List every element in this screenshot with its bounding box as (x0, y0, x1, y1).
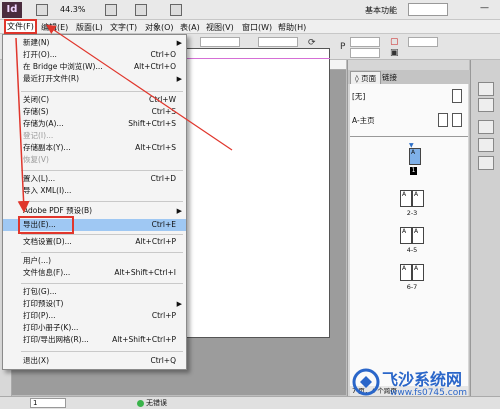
menu-item-new[interactable]: 新建(N) ▶ (3, 37, 186, 49)
menu-item-import-xml[interactable]: 导入 XML(I)... (3, 185, 186, 197)
menu-item-print[interactable]: 打印(P)... Ctrl+P (3, 310, 186, 322)
menu-item-browse-bridge[interactable]: 在 Bridge 中浏览(W)... Alt+Ctrl+O (3, 61, 186, 73)
arrange-documents-icon[interactable] (170, 4, 182, 16)
spread-label: 2-3 (406, 209, 418, 217)
menu-item-recent[interactable]: 最近打开文件(R) ▶ (3, 73, 186, 85)
page-thumbnail[interactable]: A (400, 264, 412, 281)
menu-item-user[interactable]: 用户(...) (3, 255, 186, 267)
master-thumbnail (438, 113, 448, 127)
menu-item-package[interactable]: 打包(G)... (3, 286, 186, 298)
stroke-weight-field[interactable] (408, 37, 438, 47)
master-a[interactable]: A-主页 (352, 112, 466, 130)
panel-dock (470, 60, 500, 396)
rotation-field[interactable] (350, 37, 380, 47)
page-number-badge: 1 (410, 167, 417, 175)
tab-pages[interactable]: ◊ 页面 (350, 71, 382, 84)
submenu-arrow-icon: ▶ (176, 75, 182, 83)
menu-item-save-copy[interactable]: 存储副本(Y)... Alt+Ctrl+S (3, 142, 186, 154)
zoom-level[interactable]: 44.3% (60, 5, 85, 14)
menu-item-place[interactable]: 置入(L)... Ctrl+D (3, 173, 186, 185)
stroke-swatch-icon[interactable]: ▣ (390, 48, 399, 58)
menu-item-save[interactable]: 存储(S) Ctrl+S (3, 106, 186, 118)
menu-window[interactable]: 窗口(W) (242, 22, 272, 33)
pages-panel-body: [无] A-主页 A 1 ▼ A A 2-3 A A 4-5 A A 6-7 (350, 84, 468, 386)
menu-item-print-presets[interactable]: 打印预设(T) ▶ (3, 298, 186, 310)
bridge-icon[interactable] (36, 4, 48, 16)
view-options-icon[interactable] (105, 4, 117, 16)
page-thumbnail[interactable]: A (400, 190, 412, 207)
panel-tab-strip: ◊ 页面 链接 (348, 70, 470, 84)
submenu-arrow-icon: ▶ (176, 39, 182, 47)
menu-item-file-info[interactable]: 文件信息(F)... Alt+Shift+Ctrl+I (3, 267, 186, 279)
spread-label: 4-5 (406, 246, 418, 254)
menu-item-document-setup[interactable]: 文档设置(D)... Alt+Ctrl+P (3, 236, 186, 248)
width-field[interactable] (258, 37, 298, 47)
swatches-panel-icon[interactable] (478, 156, 494, 170)
minimize-button[interactable]: — (480, 3, 489, 13)
site-logo-icon (352, 368, 380, 396)
title-bar: Id 44.3% 基本功能 — (0, 0, 500, 20)
rotate-icon[interactable]: ⟳ (308, 38, 316, 48)
menu-table[interactable]: 表(A) (180, 22, 200, 33)
menu-object[interactable]: 对象(O) (145, 22, 174, 33)
menu-item-save-as[interactable]: 存储为(A)... Shift+Ctrl+S (3, 118, 186, 130)
menu-item-open[interactable]: 打开(O)... Ctrl+O (3, 49, 186, 61)
x-field[interactable] (200, 37, 240, 47)
menu-type[interactable]: 文字(T) (110, 22, 137, 33)
page-thumbnail[interactable]: A (412, 227, 424, 244)
submenu-arrow-icon: ▶ (176, 300, 182, 308)
page-thumbnail[interactable]: A (409, 148, 421, 165)
current-page-marker-icon: ▼ (409, 142, 414, 149)
pages-panel: ◊ 页面 链接 [无] A-主页 A 1 ▼ A A 2-3 A A 4-5 A… (347, 60, 470, 396)
page-thumbnail[interactable]: A (412, 190, 424, 207)
menu-item-revert: 恢复(V) (23, 155, 49, 164)
tab-links[interactable]: 链接 (378, 71, 401, 84)
page-thumbnail[interactable]: A (400, 227, 412, 244)
menu-view[interactable]: 视图(V) (206, 22, 234, 33)
menu-item-export[interactable]: 导出(E)... Ctrl+E (3, 216, 186, 234)
master-none[interactable]: [无] (352, 88, 466, 106)
master-thumbnail (452, 89, 462, 103)
menu-bar: 文件(F) 编辑(E) 版面(L) 文字(T) 对象(O) 表(A) 视图(V)… (0, 19, 500, 34)
menu-item-exit[interactable]: 退出(X) Ctrl+Q (3, 355, 186, 367)
menu-layout[interactable]: 版面(L) (76, 22, 103, 33)
preflight-status-icon (137, 400, 144, 407)
file-menu-dropdown: 新建(N) ▶ 打开(O)... Ctrl+O 在 Bridge 中浏览(W)...… (2, 34, 187, 370)
search-input[interactable] (408, 3, 448, 16)
page-number-field[interactable]: 1 (30, 398, 66, 408)
paragraph-icon[interactable]: P (340, 42, 345, 52)
watermark: 飞沙系统网 www.fs0745.com (352, 366, 498, 406)
menu-item-pdf-presets[interactable]: Adobe PDF 预设(B) ▶ (3, 205, 186, 217)
menu-edit[interactable]: 编辑(E) (41, 22, 68, 33)
fill-swatch-icon[interactable]: ▢ (390, 37, 399, 47)
preflight-status-text: 无错误 (146, 399, 167, 407)
links-panel-icon[interactable] (478, 98, 494, 112)
menu-item-print-export-grid[interactable]: 打印/导出网格(R)... Alt+Shift+Ctrl+P (3, 334, 186, 346)
layers-panel-icon[interactable] (478, 120, 494, 134)
shear-field[interactable] (350, 48, 380, 58)
menu-item-check-in: 登记(I)... (23, 131, 54, 140)
workspace-switcher[interactable]: 基本功能 (365, 5, 397, 16)
indesign-logo: Id (2, 2, 22, 18)
spread-label: 6-7 (406, 283, 418, 291)
menu-file[interactable]: 文件(F) (4, 19, 37, 34)
menu-help[interactable]: 帮助(H) (278, 22, 306, 33)
menu-item-print-booklet[interactable]: 打印小册子(K)... (3, 322, 186, 334)
master-thumbnail (452, 113, 462, 127)
watermark-title: 飞沙系统网 (382, 370, 463, 389)
submenu-arrow-icon: ▶ (176, 207, 182, 215)
menu-item-close[interactable]: 关闭(C) Ctrl+W (3, 94, 186, 106)
watermark-url: www.fs0745.com (390, 388, 467, 398)
pages-panel-icon[interactable] (478, 82, 494, 96)
page-thumbnail[interactable]: A (412, 264, 424, 281)
stroke-panel-icon[interactable] (478, 138, 494, 152)
panel-divider (350, 136, 468, 137)
screen-mode-icon[interactable] (135, 4, 147, 16)
